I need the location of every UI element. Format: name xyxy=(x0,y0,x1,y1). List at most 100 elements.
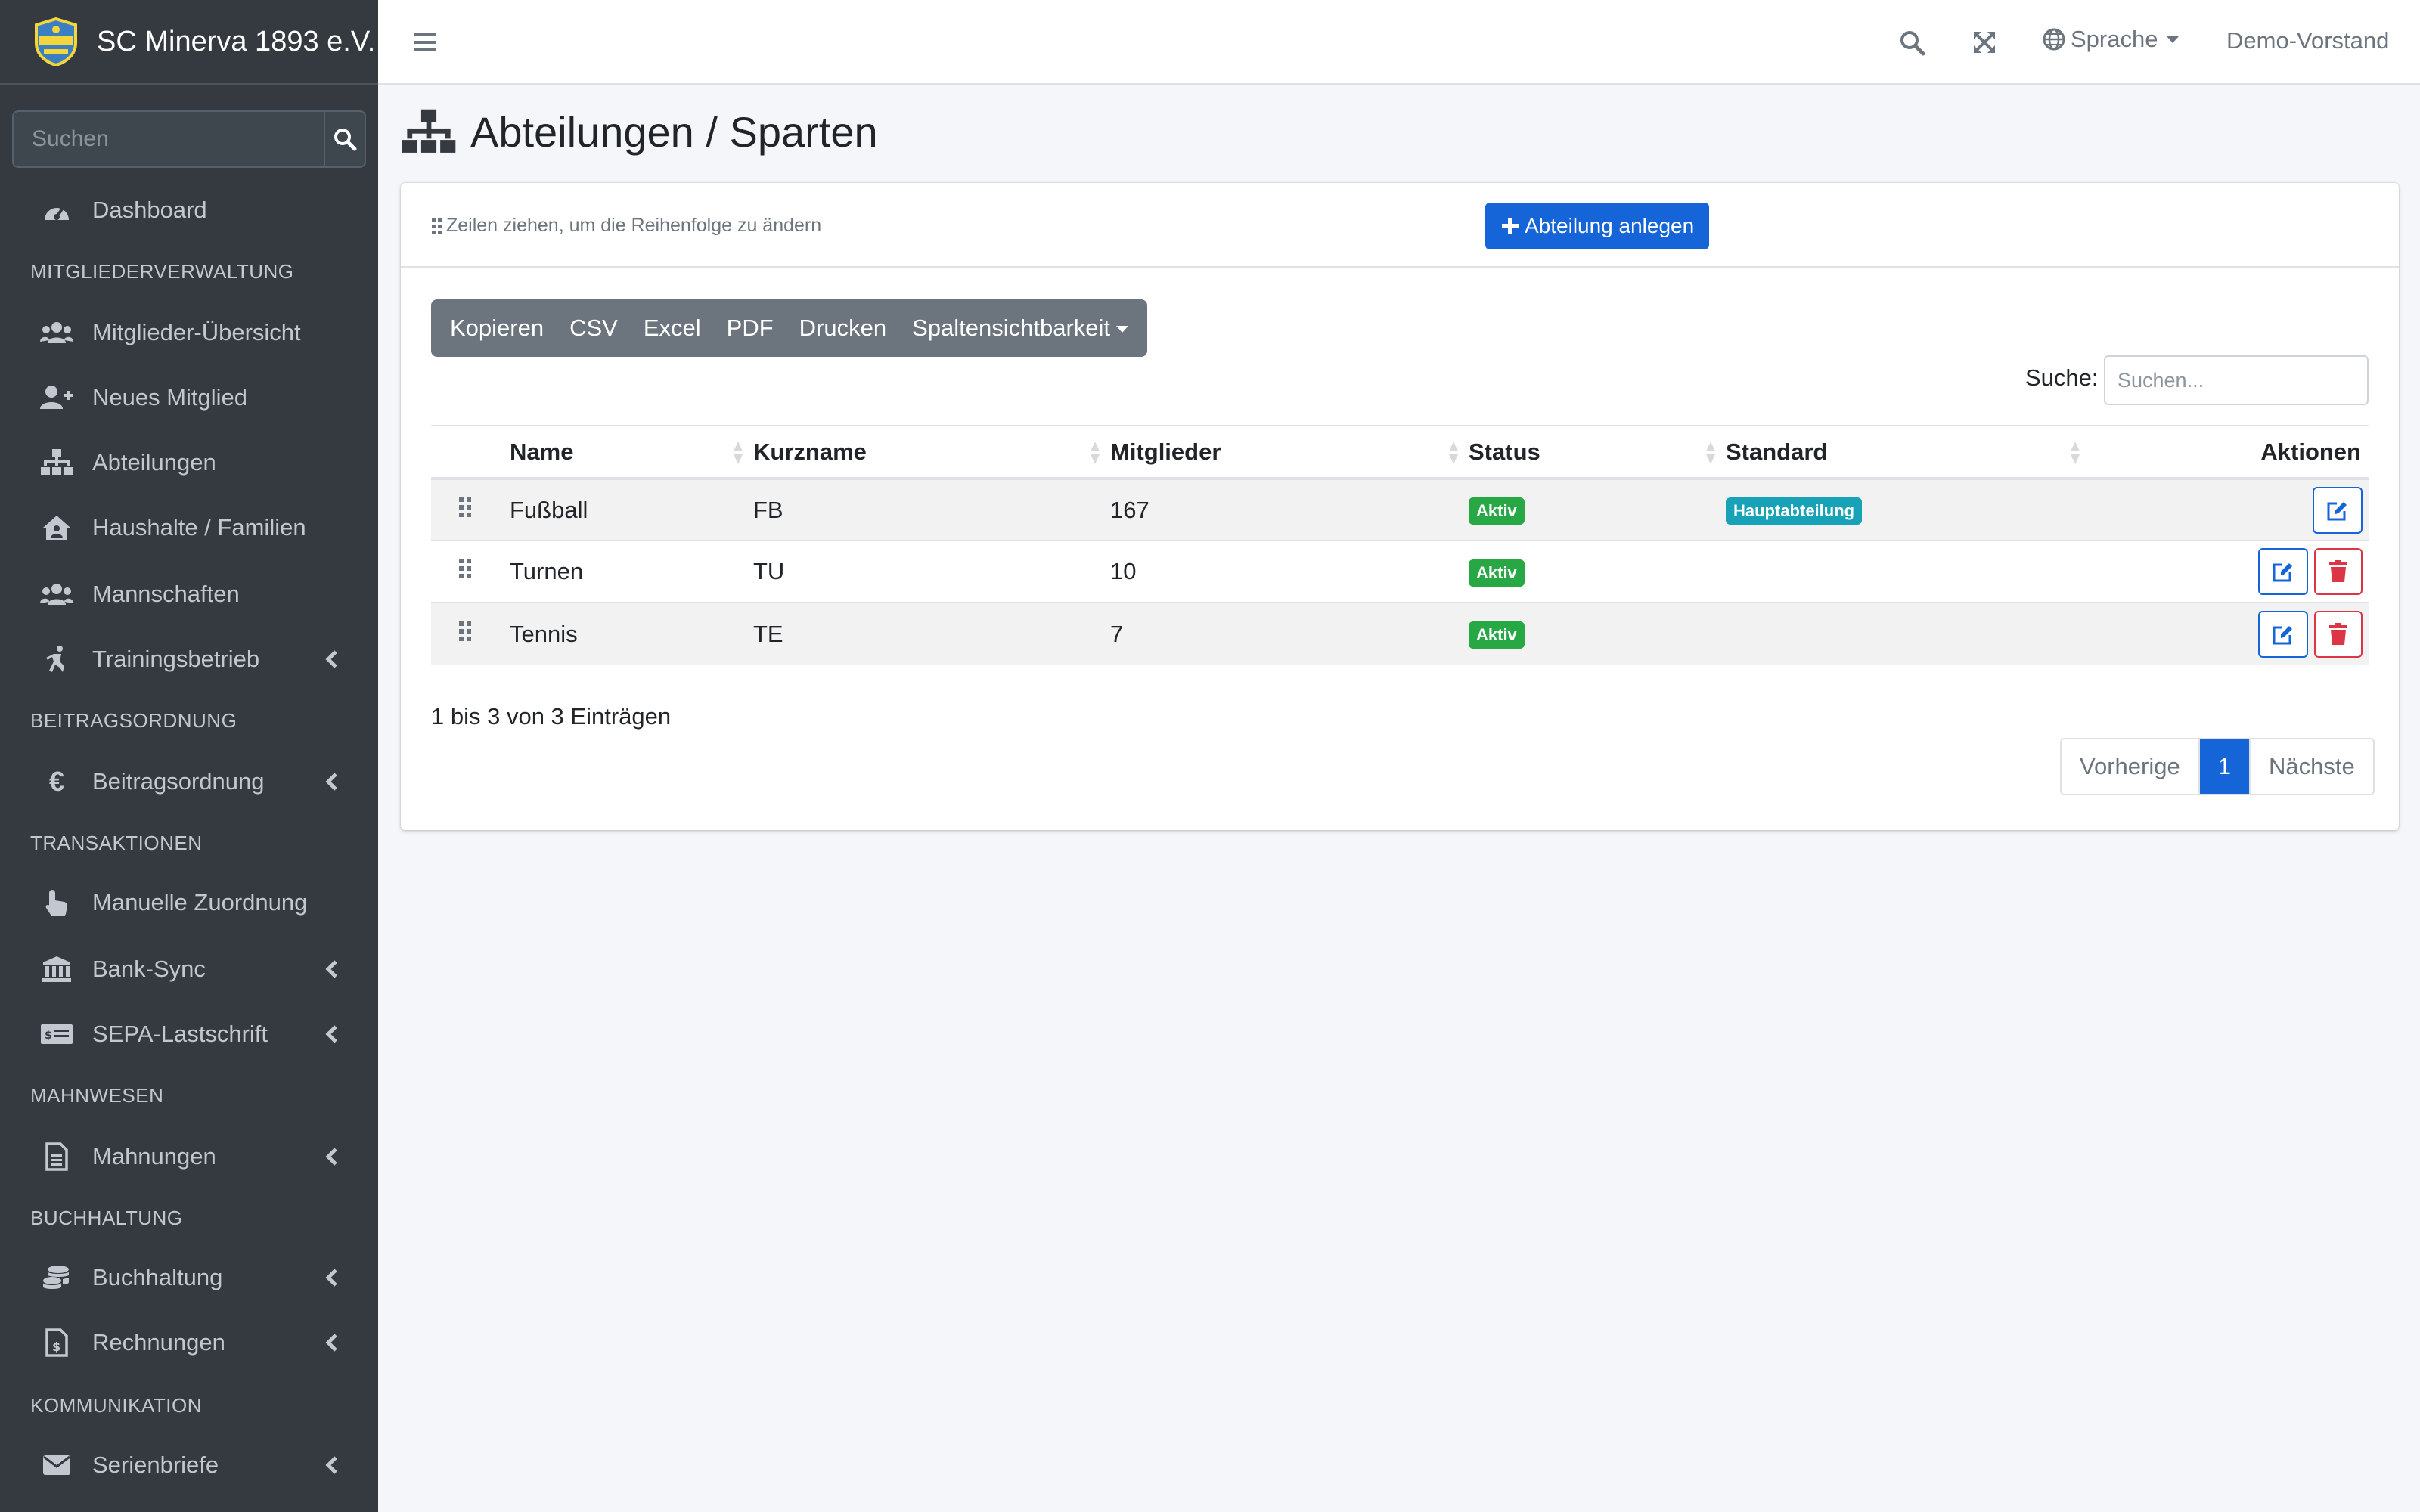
sidebar-item-label: Serienbriefe xyxy=(92,1452,219,1478)
sidebar-item-label: Beitragsordnung xyxy=(92,768,265,795)
csv-button[interactable]: CSV xyxy=(557,299,631,357)
sort-icon xyxy=(734,442,743,464)
status-badge: Aktiv xyxy=(1469,621,1525,649)
add-department-button[interactable]: Abteilung anlegen xyxy=(1485,203,1710,249)
sidebar-item-label: Manuelle Zuordnung xyxy=(92,889,308,916)
cell-short: FB xyxy=(753,478,1110,541)
sidebar-item-buchhaltung[interactable]: Buchhaltung xyxy=(12,1247,366,1308)
chevron-left-icon xyxy=(325,1269,337,1287)
search-icon xyxy=(334,129,357,151)
sidebar-item-label: Neues Mitglied xyxy=(92,384,248,411)
status-badge: Aktiv xyxy=(1469,559,1525,587)
sidebar-item-label: Buchhaltung xyxy=(92,1264,223,1290)
sidebar-item-manuelle-zuordnung[interactable]: Manuelle Zuordnung xyxy=(12,872,366,933)
delete-button[interactable] xyxy=(2314,610,2363,658)
brand-name: SC Minerva 1893 e.V. xyxy=(97,25,376,57)
sidebar-item-beitragsordnung[interactable]: € Beitragsordnung xyxy=(12,751,366,812)
edit-button[interactable] xyxy=(2258,610,2308,658)
pagination-page-1[interactable]: 1 xyxy=(2198,739,2249,794)
col-status-header[interactable]: Status xyxy=(1469,425,1726,480)
bank-icon xyxy=(39,954,74,984)
drag-handle[interactable] xyxy=(431,540,510,603)
sidebar-item-haushalte[interactable]: Haushalte / Familien xyxy=(12,497,366,558)
cell-name: Fußball xyxy=(510,478,753,541)
sidebar-item-label: Mitglieder-Übersicht xyxy=(92,319,301,345)
sort-icon xyxy=(1449,442,1458,464)
sitemap-icon xyxy=(39,448,74,478)
col-standard-header[interactable]: Standard xyxy=(1726,425,2090,480)
col-name-header[interactable]: Name xyxy=(510,425,753,480)
col-short-header[interactable]: Kurzname xyxy=(753,425,1110,480)
print-button[interactable]: Drucken xyxy=(786,299,899,357)
export-button-group: Kopieren CSV Excel PDF Drucken Spaltensi… xyxy=(431,299,1148,357)
table-search-input[interactable] xyxy=(2104,355,2369,405)
sidebar-item-mitglieder[interactable]: Mitglieder-Übersicht xyxy=(12,302,366,363)
sidebar-search-button[interactable] xyxy=(324,110,366,168)
edit-icon xyxy=(2273,625,2292,644)
sidebar-item-bank-sync[interactable]: Bank-Sync xyxy=(12,939,366,999)
edit-button[interactable] xyxy=(2313,486,2363,534)
table-header-row: Name Kurzname Mitglieder Status Standard… xyxy=(431,425,2369,480)
sidebar-header-mitgliederverwaltung: MITGLIEDERVERWALTUNG xyxy=(30,260,294,283)
table-row[interactable]: Turnen TU 10 Aktiv xyxy=(431,540,2369,603)
trash-icon xyxy=(2329,622,2347,645)
language-dropdown[interactable]: Sprache xyxy=(2042,26,2180,53)
money-check-icon: $ xyxy=(39,1019,74,1049)
excel-button[interactable]: Excel xyxy=(631,299,714,357)
pdf-button[interactable]: PDF xyxy=(714,299,786,357)
running-icon xyxy=(39,644,74,674)
sidebar-header-mahnwesen: MAHNWESEN xyxy=(30,1084,164,1107)
brand-link[interactable]: SC Minerva 1893 e.V. xyxy=(0,0,378,85)
drag-handle[interactable] xyxy=(431,602,510,665)
svg-text:$: $ xyxy=(52,1340,60,1354)
user-menu[interactable]: Demo-Vorstand xyxy=(2226,27,2389,54)
sidebar-item-trainingsbetrieb[interactable]: Trainingsbetrieb xyxy=(12,629,366,689)
sidebar-item-mahnungen[interactable]: Mahnungen xyxy=(12,1126,366,1187)
col-members-header[interactable]: Mitglieder xyxy=(1110,425,1469,480)
users-icon xyxy=(39,318,74,348)
sidebar-item-label: Dashboard xyxy=(92,197,207,223)
cell-actions xyxy=(2090,478,2369,541)
delete-button[interactable] xyxy=(2314,548,2363,595)
drag-handle[interactable] xyxy=(431,478,510,541)
fullscreen-icon[interactable] xyxy=(1971,29,1998,56)
standard-badge: Hauptabteilung xyxy=(1726,497,1863,525)
sidebar-item-sepa-lastschrift[interactable]: $ SEPA-Lastschrift xyxy=(12,1004,366,1064)
coins-icon xyxy=(39,1263,74,1293)
cell-standard xyxy=(1726,540,2090,603)
pagination-prev[interactable]: Vorherige xyxy=(2062,739,2198,794)
cell-status: Aktiv xyxy=(1469,602,1726,665)
sort-icon xyxy=(1091,442,1100,464)
sidebar-item-mannschaften[interactable]: Mannschaften xyxy=(12,564,366,624)
chevron-left-icon xyxy=(325,1148,337,1166)
pagination-next[interactable]: Nächste xyxy=(2248,739,2373,794)
edit-button[interactable] xyxy=(2258,548,2308,595)
cell-short: TU xyxy=(753,540,1110,603)
sidebar-search xyxy=(12,110,366,168)
edit-icon xyxy=(2327,501,2347,520)
cell-members: 7 xyxy=(1110,602,1469,665)
copy-button[interactable]: Kopieren xyxy=(437,299,557,357)
chevron-left-icon xyxy=(325,960,337,978)
sidebar-item-neues-mitglied[interactable]: Neues Mitglied xyxy=(12,367,366,428)
sidebar-item-label: Mahnungen xyxy=(92,1143,216,1170)
sort-icon xyxy=(1706,442,1715,464)
drag-hint: Zeilen ziehen, um die Reihenfolge zu änd… xyxy=(431,215,821,237)
sidebar-item-dashboard[interactable]: Dashboard xyxy=(12,180,366,240)
sidebar-item-label: Abteilungen xyxy=(92,449,216,476)
table-row[interactable]: Fußball FB 167 Aktiv Hauptabteilung xyxy=(431,478,2369,541)
table-row[interactable]: Tennis TE 7 Aktiv xyxy=(431,602,2369,665)
sidebar-search-input[interactable] xyxy=(12,110,324,168)
sitemap-icon xyxy=(402,109,456,153)
column-visibility-button[interactable]: Spaltensichtbarkeit xyxy=(899,299,1141,357)
hamburger-menu-icon[interactable] xyxy=(411,29,439,56)
sidebar-item-serienbriefe[interactable]: Serienbriefe xyxy=(12,1435,366,1495)
cell-name: Turnen xyxy=(510,540,753,603)
sidebar-item-rechnungen[interactable]: $ Rechnungen xyxy=(12,1312,366,1373)
sidebar-item-abteilungen[interactable]: Abteilungen xyxy=(12,432,366,493)
edit-icon xyxy=(2273,563,2292,582)
page-title: Abteilungen / Sparten xyxy=(401,107,878,156)
grip-icon xyxy=(459,559,471,578)
hand-pointer-icon xyxy=(39,888,74,918)
search-icon[interactable] xyxy=(1898,29,1925,56)
